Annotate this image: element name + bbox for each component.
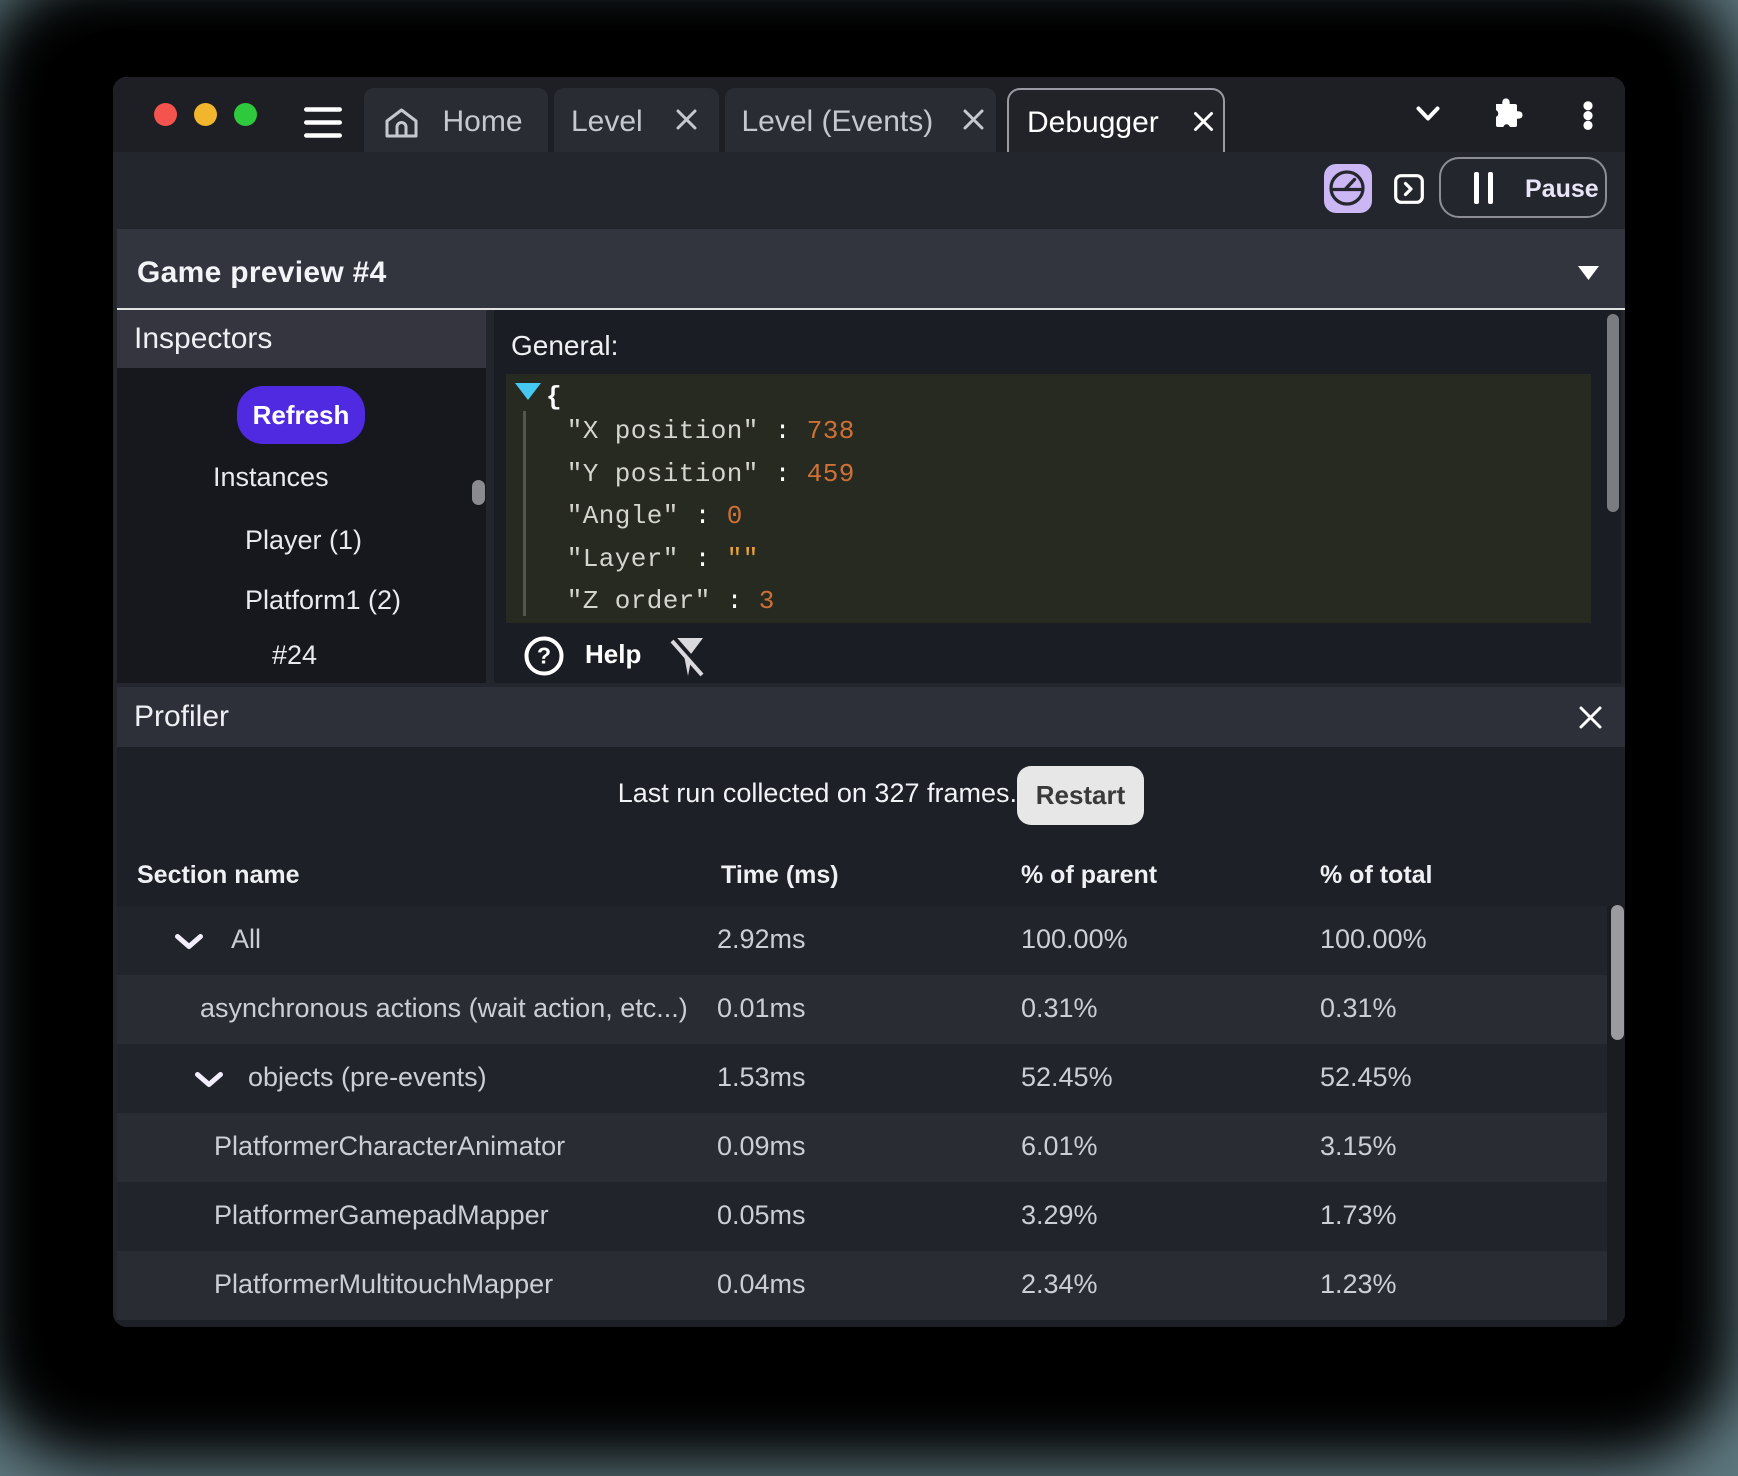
svg-text:?: ? xyxy=(537,643,551,669)
